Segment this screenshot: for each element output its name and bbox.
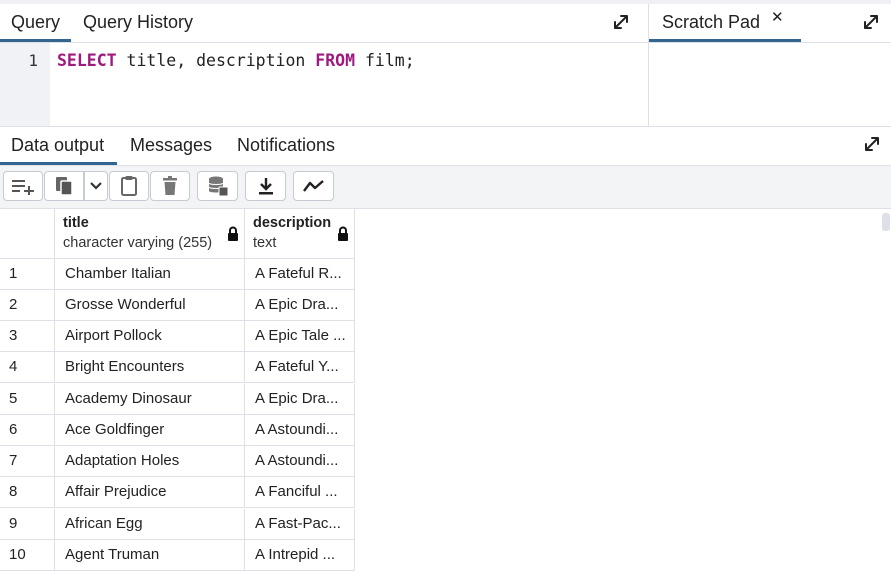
table-row[interactable]: 1 Chamber Italian A Fateful R...: [0, 259, 355, 290]
graph-visualiser-button[interactable]: [293, 171, 334, 201]
description-cell[interactable]: A Astoundi...: [245, 446, 355, 477]
table-row[interactable]: 3 Airport Pollock A Epic Tale ...: [0, 321, 355, 352]
expand-icon[interactable]: [863, 135, 885, 157]
scratch-pad-panel: Scratch Pad ✕: [649, 4, 891, 126]
code-line[interactable]: SELECT title, description FROM film;: [57, 51, 415, 70]
column-name: title: [63, 215, 89, 231]
query-panel: Query Query History 1 SELECT title, desc…: [0, 4, 649, 126]
editor-gutter: 1: [0, 43, 50, 126]
tab-notifications[interactable]: Notifications: [226, 127, 346, 165]
row-number[interactable]: 7: [0, 446, 55, 477]
save-data-button[interactable]: [197, 171, 238, 201]
table-row[interactable]: 2 Grosse Wonderful A Epic Dra...: [0, 290, 355, 321]
description-cell[interactable]: A Fast-Pac...: [245, 509, 355, 540]
sql-keyword-from: FROM: [315, 51, 356, 70]
description-cell[interactable]: A Astoundi...: [245, 415, 355, 446]
row-number[interactable]: 4: [0, 352, 55, 383]
add-row-button[interactable]: [3, 171, 43, 201]
tab-query[interactable]: Query: [0, 4, 72, 42]
tab-data-output[interactable]: Data output: [0, 127, 117, 165]
vertical-scrollbar[interactable]: [882, 213, 890, 231]
title-cell[interactable]: Grosse Wonderful: [55, 290, 245, 321]
output-panel: Data output Messages Notifications title…: [0, 126, 891, 574]
lock-icon: [227, 226, 239, 247]
row-number[interactable]: 3: [0, 321, 55, 352]
title-cell[interactable]: Adaptation Holes: [55, 446, 245, 477]
column-header-title[interactable]: title character varying (255): [55, 209, 245, 259]
column-name: description: [253, 215, 332, 231]
title-cell[interactable]: African Egg: [55, 509, 245, 540]
tab-query-history[interactable]: Query History: [72, 4, 204, 42]
download-icon: [258, 177, 274, 195]
column-header-description[interactable]: description text: [245, 209, 355, 259]
table-row[interactable]: 4 Bright Encounters A Fateful Y...: [0, 352, 355, 383]
row-number[interactable]: 8: [0, 477, 55, 508]
description-cell[interactable]: A Fanciful ...: [245, 477, 355, 508]
row-number-header: [0, 209, 55, 259]
description-cell[interactable]: A Epic Dra...: [245, 384, 355, 415]
scratch-tabbar: Scratch Pad ✕: [649, 4, 891, 43]
title-cell[interactable]: Agent Truman: [55, 540, 245, 571]
row-number[interactable]: 5: [0, 384, 55, 415]
table-row[interactable]: 9 African Egg A Fast-Pac...: [0, 509, 355, 540]
description-cell[interactable]: A Epic Dra...: [245, 290, 355, 321]
expand-icon[interactable]: [862, 13, 884, 35]
description-cell[interactable]: A Fateful R...: [245, 259, 355, 290]
description-cell[interactable]: A Intrepid ...: [245, 540, 355, 571]
download-button[interactable]: [245, 171, 286, 201]
graph-icon: [302, 179, 325, 193]
title-cell[interactable]: Airport Pollock: [55, 321, 245, 352]
tab-messages[interactable]: Messages: [119, 127, 223, 165]
row-number[interactable]: 9: [0, 509, 55, 540]
description-cell[interactable]: A Fateful Y...: [245, 352, 355, 383]
table-row[interactable]: 6 Ace Goldfinger A Astoundi...: [0, 415, 355, 446]
paste-icon: [120, 175, 138, 197]
title-cell[interactable]: Ace Goldfinger: [55, 415, 245, 446]
query-tabbar: Query Query History: [0, 4, 648, 43]
row-number[interactable]: 10: [0, 540, 55, 571]
lock-icon: [337, 226, 349, 247]
delete-icon: [162, 176, 178, 196]
sql-editor[interactable]: 1 SELECT title, description FROM film;: [0, 43, 648, 126]
column-type: text: [253, 235, 277, 251]
row-number[interactable]: 1: [0, 259, 55, 290]
sql-table: film;: [355, 51, 415, 70]
output-tabbar: Data output Messages Notifications: [0, 127, 891, 166]
chevron-down-icon: [90, 182, 102, 190]
table-row[interactable]: 7 Adaptation Holes A Astoundi...: [0, 446, 355, 477]
save-data-icon: [207, 175, 229, 197]
row-number[interactable]: 6: [0, 415, 55, 446]
expand-icon[interactable]: [612, 13, 634, 35]
copy-button[interactable]: [44, 171, 84, 201]
title-cell[interactable]: Affair Prejudice: [55, 477, 245, 508]
sql-columns: title, description: [116, 51, 316, 70]
description-cell[interactable]: A Epic Tale ...: [245, 321, 355, 352]
sql-keyword-select: SELECT: [57, 51, 117, 70]
table-row[interactable]: 10 Agent Truman A Intrepid ...: [0, 540, 355, 571]
data-toolbar: [0, 166, 891, 209]
title-cell[interactable]: Chamber Italian: [55, 259, 245, 290]
delete-button[interactable]: [150, 171, 190, 201]
close-icon[interactable]: ✕: [771, 8, 784, 26]
table-row[interactable]: 8 Affair Prejudice A Fanciful ...: [0, 477, 355, 508]
title-cell[interactable]: Bright Encounters: [55, 352, 245, 383]
title-cell[interactable]: Academy Dinosaur: [55, 384, 245, 415]
column-type: character varying (255): [63, 235, 213, 251]
table-row[interactable]: 5 Academy Dinosaur A Epic Dra...: [0, 384, 355, 415]
copy-options-button[interactable]: [84, 171, 108, 201]
line-number: 1: [28, 51, 38, 70]
copy-icon: [54, 175, 74, 197]
add-row-icon: [11, 177, 35, 195]
row-number[interactable]: 2: [0, 290, 55, 321]
paste-button[interactable]: [109, 171, 149, 201]
